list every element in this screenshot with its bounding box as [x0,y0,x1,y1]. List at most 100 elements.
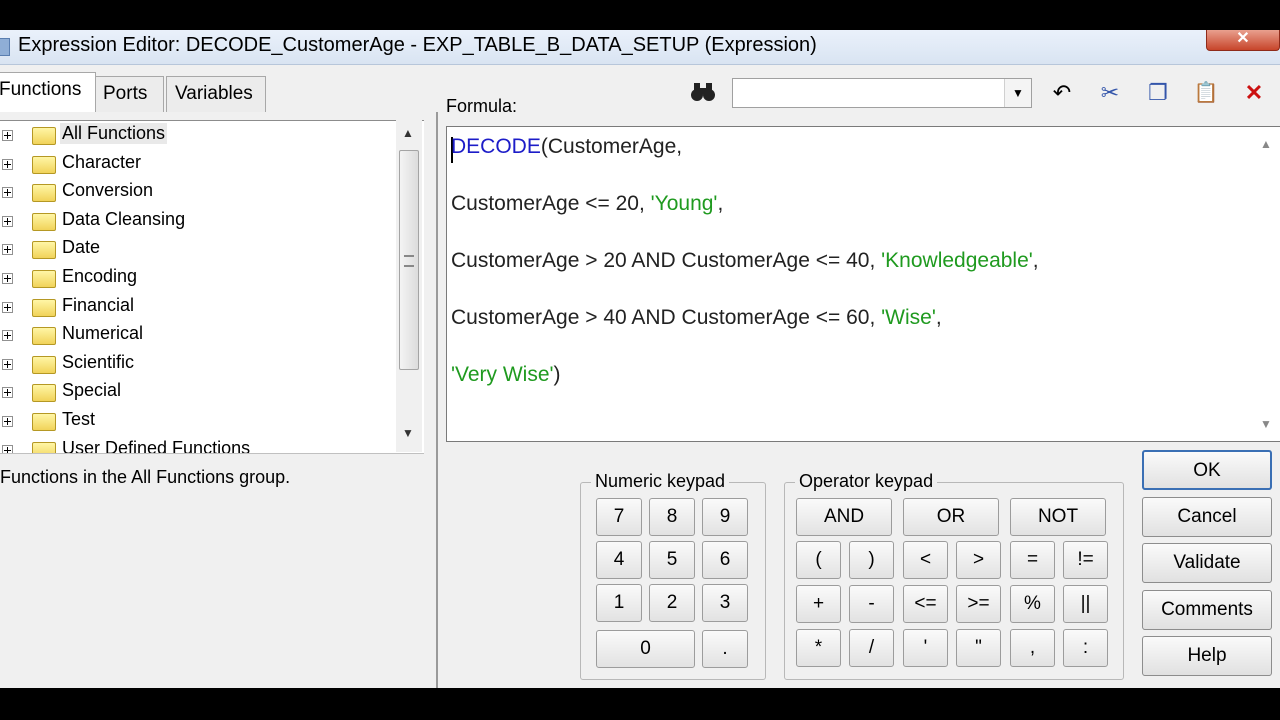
operator-key[interactable]: , [1010,629,1055,667]
numeric-key[interactable]: . [702,630,748,668]
tree-item-label: Scientific [62,351,135,372]
tree-item-label: Test [62,409,96,429]
operator-key[interactable]: ( [796,541,841,579]
operator-key[interactable]: / [849,629,894,667]
tab-variables[interactable]: Variables [166,76,266,112]
tree-item[interactable]: Date [0,235,400,263]
operator-keypad-title: Operator keypad [795,471,938,492]
operator-key[interactable]: = [1010,541,1055,579]
operator-key[interactable]: >= [956,585,1001,623]
numeric-key[interactable]: 0 [596,630,695,668]
numeric-key[interactable]: 1 [596,584,642,622]
operator-key[interactable]: OR [903,498,999,536]
undo-icon[interactable]: ↶ [1046,78,1078,108]
scroll-down-icon[interactable]: ▼ [402,426,414,440]
formula-editor[interactable]: ▲ ▼ DECODE(CustomerAge, CustomerAge <= 20… [446,126,1280,442]
tree-item[interactable]: Data Cleansing [0,207,400,235]
expand-icon[interactable] [2,301,13,313]
operator-key[interactable]: + [796,585,841,623]
expand-icon[interactable] [2,158,13,170]
cancel-button[interactable]: Cancel [1142,497,1272,537]
formula-text: , [717,192,724,215]
operator-key[interactable]: != [1063,541,1108,579]
expand-icon[interactable] [2,416,13,427]
tree-scrollbar[interactable]: ▲ ▼ [396,120,422,452]
tree-item[interactable]: Scientific [0,350,400,378]
tab-functions[interactable]: Functions [0,72,96,112]
tree-item-label: Date [62,237,101,258]
numeric-key[interactable]: 2 [649,584,695,622]
expand-icon[interactable] [2,444,13,453]
tree-item[interactable]: All Functions [0,121,400,149]
expand-icon[interactable] [2,330,13,342]
expand-icon[interactable] [2,244,13,256]
numeric-key[interactable]: 4 [596,541,642,579]
help-button[interactable]: Help [1142,636,1272,676]
find-combo-box[interactable]: ▼ [732,78,1032,108]
delete-icon[interactable]: ✕ [1238,78,1270,108]
editor-scrollbar[interactable]: ▲ ▼ [1254,133,1276,435]
expand-icon[interactable] [2,215,13,227]
expand-icon[interactable] [2,187,13,199]
tree-item[interactable]: Special [0,378,400,406]
operator-key[interactable]: NOT [1010,498,1106,536]
formula-text: (CustomerAge, [540,135,683,158]
scroll-up-icon[interactable]: ▲ [1260,137,1272,151]
expand-icon[interactable] [2,130,13,141]
tree-item[interactable]: Character [0,150,400,178]
tab-ports[interactable]: Ports [94,76,164,112]
tree-item[interactable]: Financial [0,293,400,321]
formula-text: CustomerAge <= 20, [451,192,651,215]
operator-key[interactable]: : [1063,629,1108,667]
expand-icon[interactable] [2,273,13,284]
folder-icon [32,413,56,431]
operator-key[interactable]: ' [903,629,948,667]
tree-item[interactable]: Conversion [0,178,400,206]
ok-button[interactable]: OK [1142,450,1272,490]
cut-icon[interactable]: ✂ [1094,78,1126,108]
paste-icon[interactable]: 📋 [1190,78,1222,108]
scroll-down-icon[interactable]: ▼ [1260,417,1272,431]
numeric-key[interactable]: 6 [702,541,748,579]
expand-icon[interactable] [2,387,13,399]
scroll-up-icon[interactable]: ▲ [402,126,414,140]
operator-key[interactable]: <= [903,585,948,623]
close-window-button[interactable]: ✕ [1206,30,1280,51]
find-icon[interactable] [688,80,718,106]
operator-key[interactable]: > [956,541,1001,579]
grip-icon [404,255,414,267]
tree-item-label: Encoding [62,266,138,286]
operator-key[interactable]: " [956,629,1001,667]
tree-item[interactable]: User Defined Functions [0,436,400,454]
operator-key[interactable]: < [903,541,948,579]
chevron-down-icon[interactable]: ▼ [1004,79,1031,107]
operator-key[interactable]: - [849,585,894,623]
copy-icon[interactable]: ❐ [1142,78,1174,108]
tree-item-label: User Defined Functions [62,437,251,454]
expand-icon[interactable] [2,358,13,370]
string-literal: 'Very Wise' [451,363,554,386]
folder-icon [32,184,56,203]
operator-key[interactable]: AND [796,498,892,536]
numeric-key[interactable]: 5 [649,541,695,579]
formula-label: Formula: [446,96,518,116]
function-tree[interactable]: All Functions Character Conversion Data Cle… [0,120,424,454]
tree-item[interactable]: Encoding [0,264,400,292]
numeric-key[interactable]: 7 [596,498,642,536]
numeric-key[interactable]: 9 [702,498,748,536]
scroll-thumb[interactable] [399,150,419,370]
numeric-key[interactable]: 8 [649,498,695,536]
numeric-key[interactable]: 3 [702,584,748,622]
operator-key[interactable]: % [1010,585,1055,623]
operator-key[interactable]: ) [849,541,894,579]
operator-key[interactable]: || [1063,585,1108,623]
numeric-keypad-title: Numeric keypad [591,471,730,492]
tree-item-label: Special [62,380,122,401]
tree-item[interactable]: Test [0,407,400,435]
operator-key[interactable]: * [796,629,841,667]
comments-button[interactable]: Comments [1142,590,1272,630]
tree-item[interactable]: Numerical [0,321,400,349]
validate-button[interactable]: Validate [1142,543,1272,583]
formula-text: , [935,306,942,329]
tree-item-label: Conversion [62,180,154,201]
